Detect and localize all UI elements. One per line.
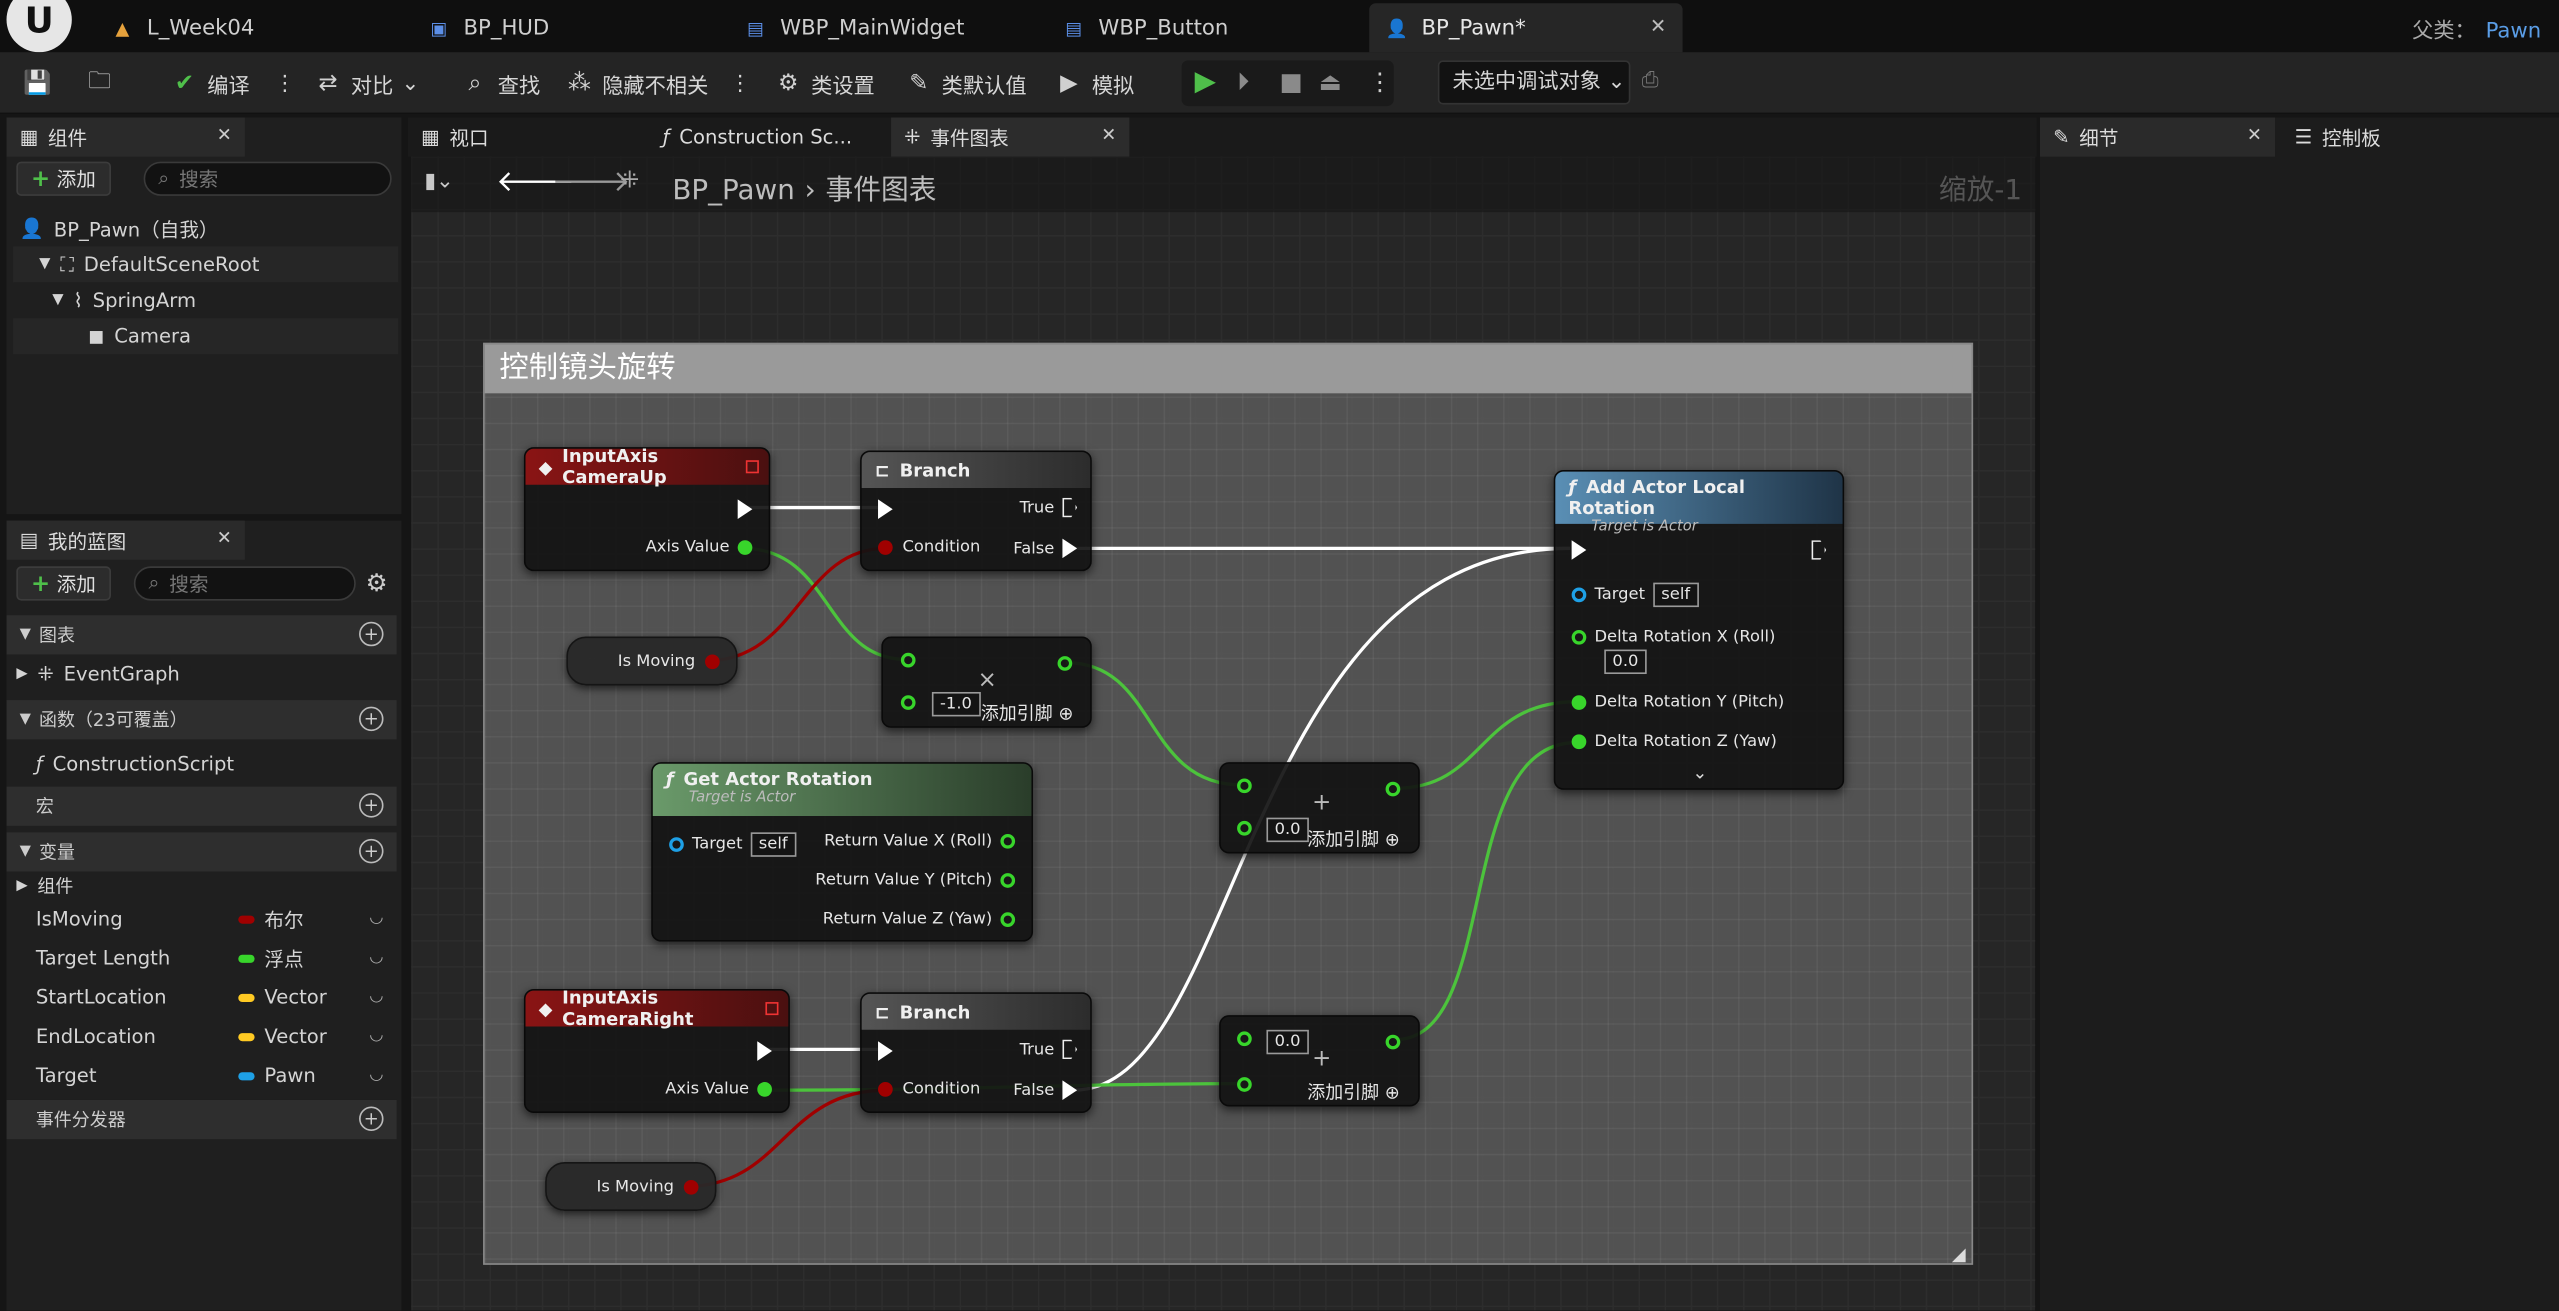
float-out-pin[interactable] (1385, 1034, 1401, 1050)
node-add-1[interactable]: + 0.0 添加引脚 ⊕ (1219, 762, 1420, 854)
return-x-pin[interactable]: Return Value X (Roll) (824, 832, 1016, 850)
add-pin-icon: ⊕ (1058, 703, 1074, 725)
node-add-2[interactable]: 0.0 + 添加引脚 ⊕ (1219, 1015, 1420, 1107)
true-pin[interactable]: True (1020, 1039, 1078, 1060)
exec-in-pin[interactable] (878, 499, 893, 519)
node-header: ◆ InputAxis CameraUp (525, 446, 769, 488)
node-get-is-moving-2[interactable]: Is Moving (545, 1161, 717, 1211)
node-header: ◆ InputAxis CameraRight (525, 987, 789, 1030)
close-icon[interactable]: ✕ (2247, 124, 2262, 145)
exec-out-pin-icon (1062, 538, 1078, 559)
return-y-pin[interactable]: Return Value Y (Pitch) (815, 871, 1016, 889)
true-pin[interactable]: True (1020, 497, 1078, 518)
delta-z-pin[interactable]: Delta Rotation Z (Yaw) (1571, 733, 1777, 751)
delta-x-pin[interactable]: Delta Rotation X (Roll) (1571, 628, 1775, 646)
float-in-pin[interactable] (900, 695, 916, 710)
function-icon: ƒ (665, 768, 674, 790)
exec-out-pin[interactable] (737, 499, 753, 519)
object-pin-icon (1571, 587, 1587, 603)
tab-details[interactable]: ✎ 细节 ✕ (2040, 117, 2276, 157)
tab-palette[interactable]: ☰ 控制板 (2281, 117, 2478, 157)
add-value-field[interactable]: 0.0 (1266, 817, 1309, 843)
node-inputaxis-cameraup[interactable]: ◆ InputAxis CameraUp Axis Value (523, 446, 771, 572)
float-wire (1395, 700, 1577, 790)
add-pin-icon: ⊕ (1384, 829, 1400, 851)
false-pin[interactable]: False (1013, 1080, 1078, 1100)
node-multiply[interactable]: × -1.0 添加引脚 ⊕ (881, 636, 1092, 728)
exec-in-pin[interactable] (878, 1041, 893, 1061)
condition-pin[interactable]: Condition (878, 539, 980, 557)
add-pin-button[interactable]: 添加引脚 ⊕ (1307, 1079, 1400, 1105)
float-pin-icon (1000, 912, 1016, 927)
float-pin-icon (1000, 833, 1016, 849)
float-pin-icon (737, 540, 753, 555)
function-icon: ƒ (1568, 476, 1577, 498)
exec-in-pin[interactable] (1571, 540, 1587, 560)
bool-pin-icon (878, 1082, 893, 1097)
branch-icon: ⊏ (874, 459, 890, 481)
delegate-pin-icon[interactable] (745, 460, 759, 474)
node-header: ƒ Add Actor Local Rotation Target is Acto… (1555, 471, 1843, 535)
add-pin-icon: ⊕ (1384, 1082, 1400, 1104)
bool-pin-icon (705, 653, 720, 669)
exec-out-pin-icon (1062, 1080, 1078, 1100)
delta-y-pin[interactable]: Delta Rotation Y (Pitch) (1571, 694, 1784, 712)
multiply-icon: × (977, 667, 997, 694)
condition-pin[interactable]: Condition (878, 1080, 980, 1098)
target-pin[interactable]: Target self (1571, 582, 1699, 608)
add-icon: + (1312, 1046, 1332, 1073)
node-get-actor-rotation[interactable]: ƒ Get Actor Rotation Target is Actor Targ… (651, 762, 1034, 942)
float-pin-icon (1000, 873, 1016, 888)
pencil-icon: ✎ (2053, 125, 2070, 149)
target-pin[interactable]: Target self (669, 832, 796, 857)
float-pin-icon (1571, 629, 1587, 645)
axis-value-pin[interactable]: Axis Value (646, 539, 753, 557)
node-add-actor-local-rotation[interactable]: ƒ Add Actor Local Rotation Target is Acto… (1553, 470, 1845, 790)
node-get-is-moving-1[interactable]: Is Moving (566, 636, 738, 686)
node-branch-1[interactable]: ⊏ Branch True Condition False (860, 450, 1092, 572)
axis-value-pin[interactable]: Axis Value (665, 1080, 772, 1098)
node-inputaxis-cameraright[interactable]: ◆ InputAxis CameraRight Axis Value (523, 987, 790, 1114)
multiply-value-field[interactable]: -1.0 (931, 691, 981, 717)
float-in-pin[interactable] (1237, 820, 1252, 836)
add-pin-button[interactable]: 添加引脚 ⊕ (981, 700, 1074, 726)
input-event-icon: ◆ (538, 997, 553, 1020)
chevron-down-icon[interactable]: ⌄ (1692, 762, 1707, 783)
float-in-pin[interactable] (1237, 1077, 1252, 1092)
float-wire (1395, 740, 1577, 1042)
add-value-field[interactable]: 0.0 (1266, 1029, 1309, 1055)
return-z-pin[interactable]: Return Value Z (Yaw) (823, 911, 1016, 929)
details-panel: ✎ 细节 ✕ ☰ 控制板 (2040, 117, 2559, 1311)
exec-out-pin-icon (1062, 497, 1078, 518)
bool-pin-icon (683, 1179, 699, 1194)
exec-out-pin[interactable] (1811, 540, 1827, 560)
add-icon: + (1312, 789, 1332, 817)
float-wire (1065, 660, 1242, 787)
delegate-pin-icon[interactable] (765, 1002, 779, 1016)
palette-icon: ☰ (2294, 125, 2313, 149)
blueprint-editor: U ▲ L_Week04 ▣ BP_HUD ▤ WBP_MainWidget ▤ WBP… (0, 0, 2559, 1311)
exec-out-pin-icon (1062, 1039, 1078, 1060)
node-branch-2[interactable]: ⊏ Branch True Condition False (860, 992, 1092, 1114)
bool-pin-icon (878, 540, 893, 555)
float-in-pin[interactable] (900, 652, 916, 668)
node-header: ƒ Get Actor Rotation Target is Actor (652, 763, 1032, 817)
exec-out-pin[interactable] (757, 1041, 772, 1061)
branch-icon: ⊏ (874, 1001, 890, 1023)
node-header: ⊏ Branch (861, 452, 1091, 488)
float-out-pin[interactable] (1057, 656, 1073, 671)
object-pin-icon (669, 837, 684, 852)
delta-x-value-field[interactable]: 0.0 (1604, 649, 1647, 675)
float-pin-icon (757, 1082, 772, 1097)
float-pin-icon (1571, 695, 1587, 710)
float-pin-icon (1571, 734, 1587, 750)
float-in-pin[interactable] (1237, 1031, 1252, 1047)
float-out-pin[interactable] (1385, 781, 1401, 797)
node-header: ⊏ Branch (861, 993, 1091, 1030)
add-pin-button[interactable]: 添加引脚 ⊕ (1307, 826, 1400, 852)
float-in-pin[interactable] (1237, 778, 1252, 794)
input-event-icon: ◆ (538, 456, 553, 478)
false-pin[interactable]: False (1013, 538, 1078, 559)
